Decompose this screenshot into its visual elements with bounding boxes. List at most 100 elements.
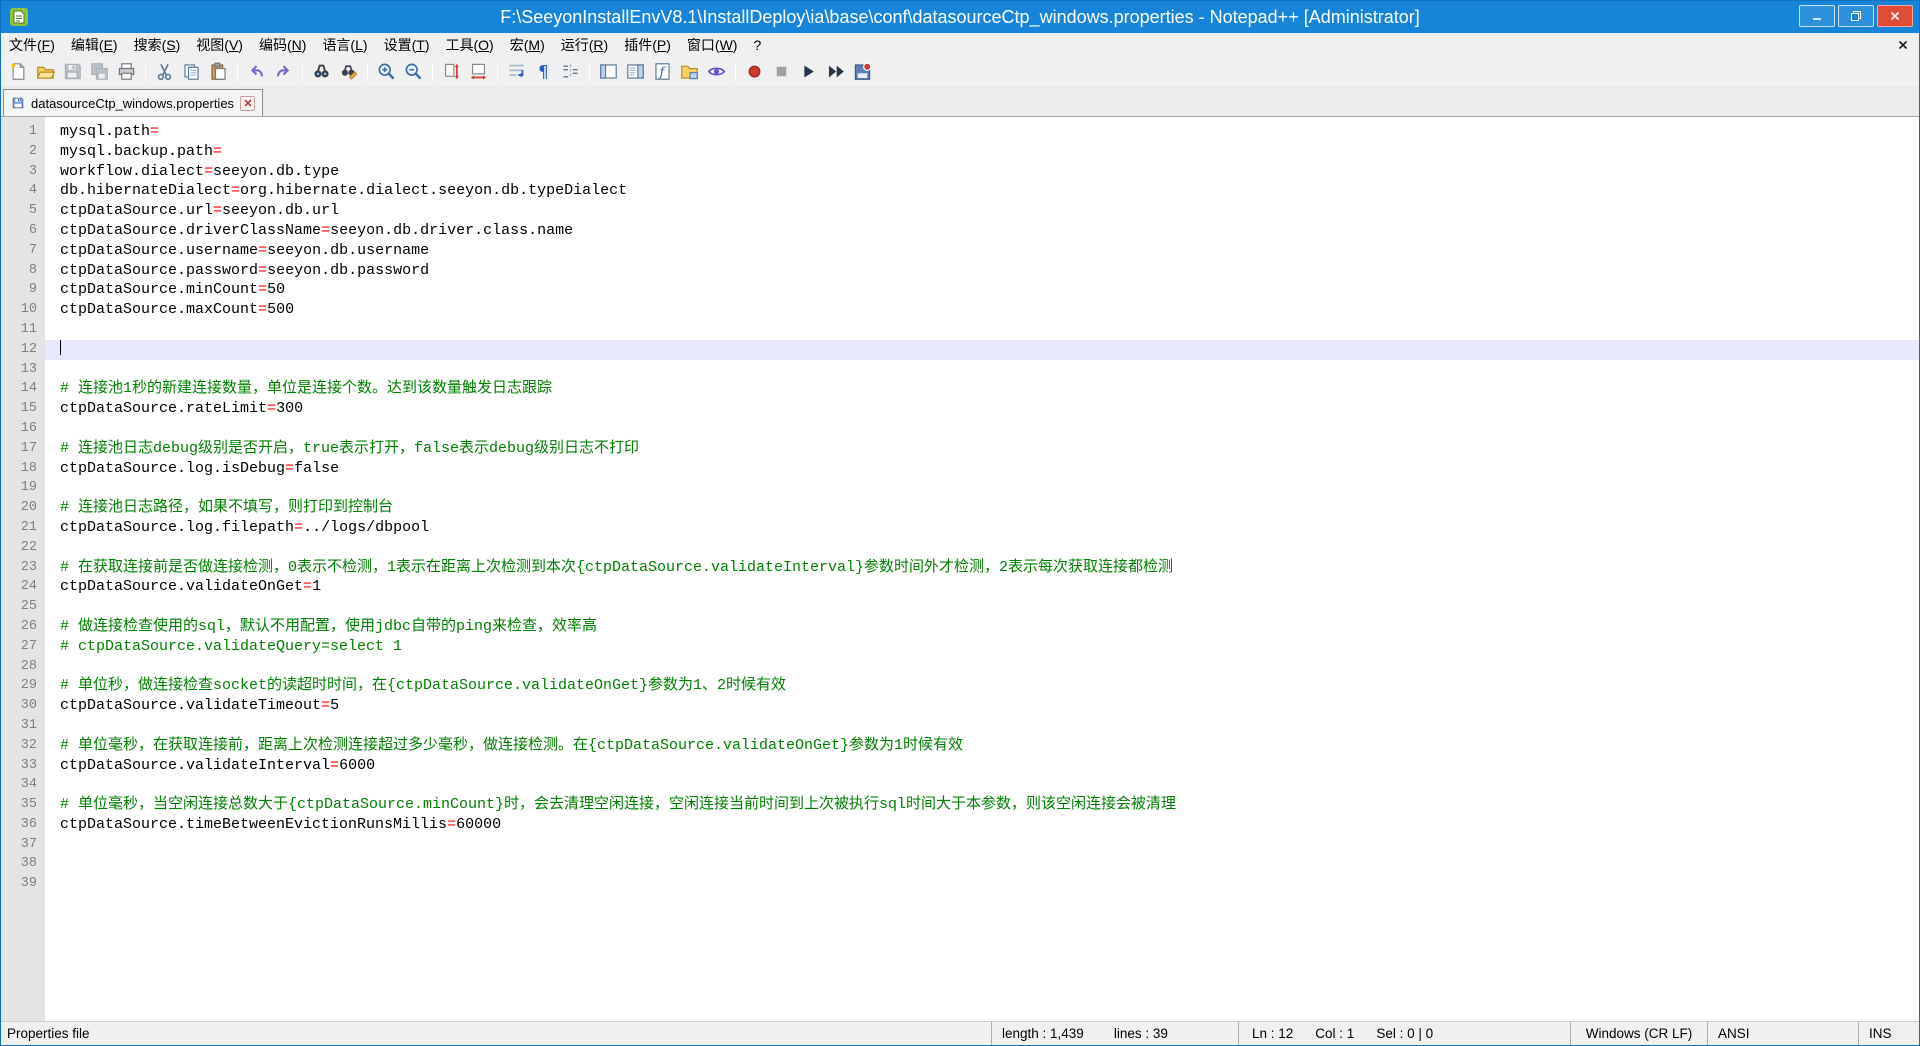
doc-switcher-button[interactable] bbox=[596, 59, 621, 84]
line-content[interactable]: # 连接池日志路径，如果不填写，则打印到控制台 bbox=[45, 498, 1919, 518]
line-content[interactable]: ctpDataSource.username=seeyon.db.usernam… bbox=[45, 241, 1919, 261]
tab-close-button[interactable] bbox=[240, 96, 255, 111]
line-content[interactable] bbox=[45, 597, 1919, 617]
line-number[interactable]: 3 bbox=[1, 162, 45, 182]
menu-item-tools[interactable]: 工具(O) bbox=[437, 33, 501, 57]
close-button[interactable] bbox=[1877, 5, 1913, 27]
word-wrap-button[interactable] bbox=[504, 59, 529, 84]
line-content[interactable] bbox=[45, 835, 1919, 855]
show-indent-guide-button[interactable] bbox=[558, 59, 583, 84]
line-content[interactable]: # 连接池1秒的新建连接数量，单位是连接个数。达到该数量触发日志跟踪 bbox=[45, 379, 1919, 399]
line-content[interactable]: ctpDataSource.maxCount=500 bbox=[45, 300, 1919, 320]
line-content[interactable] bbox=[45, 320, 1919, 340]
menu-item-edit[interactable]: 编辑(E) bbox=[63, 33, 126, 57]
line-content[interactable]: ctpDataSource.validateOnGet=1 bbox=[45, 577, 1919, 597]
line-content[interactable]: ctpDataSource.driverClassName=seeyon.db.… bbox=[45, 221, 1919, 241]
line-number[interactable]: 32 bbox=[1, 736, 45, 756]
line-content[interactable]: workflow.dialect=seeyon.db.type bbox=[45, 162, 1919, 182]
minimize-button[interactable] bbox=[1799, 5, 1835, 27]
line-content[interactable] bbox=[45, 854, 1919, 874]
save-all-button[interactable] bbox=[87, 59, 112, 84]
stop-recording-button[interactable] bbox=[769, 59, 794, 84]
line-number[interactable]: 34 bbox=[1, 775, 45, 795]
line-number[interactable]: 39 bbox=[1, 874, 45, 894]
line-number[interactable]: 1 bbox=[1, 122, 45, 142]
restore-button[interactable] bbox=[1838, 5, 1874, 27]
zoom-in-button[interactable] bbox=[374, 59, 399, 84]
record-macro-button[interactable] bbox=[742, 59, 767, 84]
line-content[interactable] bbox=[45, 360, 1919, 380]
monitoring-button[interactable] bbox=[704, 59, 729, 84]
line-content[interactable] bbox=[45, 538, 1919, 558]
line-content[interactable]: ctpDataSource.log.isDebug=false bbox=[45, 459, 1919, 479]
status-eol-format[interactable]: Windows (CR LF) bbox=[1570, 1022, 1707, 1045]
line-number[interactable]: 21 bbox=[1, 518, 45, 538]
menu-item-window[interactable]: 窗口(W) bbox=[679, 33, 746, 57]
menu-item-plugins[interactable]: 插件(P) bbox=[616, 33, 679, 57]
line-number[interactable]: 15 bbox=[1, 399, 45, 419]
line-number[interactable]: 7 bbox=[1, 241, 45, 261]
line-number[interactable]: 35 bbox=[1, 795, 45, 815]
line-content[interactable]: ctpDataSource.timeBetweenEvictionRunsMil… bbox=[45, 815, 1919, 835]
tab-datasourcectp-windows-properties[interactable]: datasourceCtp_windows.properties bbox=[3, 89, 263, 116]
line-number[interactable]: 33 bbox=[1, 756, 45, 776]
zoom-out-button[interactable] bbox=[401, 59, 426, 84]
line-content[interactable]: # 单位毫秒，在获取连接前，距离上次检测连接超过多少毫秒，做连接检测。在{ctp… bbox=[45, 736, 1919, 756]
menu-item-language[interactable]: 语言(L) bbox=[314, 33, 375, 57]
line-number[interactable]: 19 bbox=[1, 478, 45, 498]
line-number[interactable]: 36 bbox=[1, 815, 45, 835]
status-encoding[interactable]: ANSI bbox=[1707, 1022, 1858, 1045]
line-number[interactable]: 9 bbox=[1, 280, 45, 300]
line-content[interactable]: ctpDataSource.log.filepath=../logs/dbpoo… bbox=[45, 518, 1919, 538]
line-content[interactable]: ctpDataSource.password=seeyon.db.passwor… bbox=[45, 261, 1919, 281]
line-content[interactable]: ctpDataSource.validateInterval=6000 bbox=[45, 756, 1919, 776]
line-content[interactable]: # 单位毫秒，当空闲连接总数大于{ctpDataSource.minCount}… bbox=[45, 795, 1919, 815]
save-file-button[interactable] bbox=[60, 59, 85, 84]
status-insert-mode[interactable]: INS bbox=[1858, 1022, 1919, 1045]
line-number[interactable]: 8 bbox=[1, 261, 45, 281]
line-number[interactable]: 13 bbox=[1, 360, 45, 380]
new-file-button[interactable] bbox=[6, 59, 31, 84]
line-number[interactable]: 30 bbox=[1, 696, 45, 716]
line-content[interactable]: db.hibernateDialect=org.hibernate.dialec… bbox=[45, 181, 1919, 201]
line-content[interactable]: ctpDataSource.rateLimit=300 bbox=[45, 399, 1919, 419]
line-number[interactable]: 11 bbox=[1, 320, 45, 340]
line-number[interactable]: 38 bbox=[1, 854, 45, 874]
line-content[interactable]: ctpDataSource.minCount=50 bbox=[45, 280, 1919, 300]
line-number[interactable]: 17 bbox=[1, 439, 45, 459]
line-number[interactable]: 14 bbox=[1, 379, 45, 399]
folder-as-workspace-button[interactable] bbox=[677, 59, 702, 84]
menu-item-macro[interactable]: 宏(M) bbox=[502, 33, 553, 57]
redo-button[interactable] bbox=[271, 59, 296, 84]
line-number[interactable]: 6 bbox=[1, 221, 45, 241]
line-number[interactable]: 16 bbox=[1, 419, 45, 439]
title-bar[interactable]: F:\SeeyonInstallEnvV8.1\InstallDeploy\ia… bbox=[1, 1, 1919, 33]
menu-item-encoding[interactable]: 编码(N) bbox=[251, 33, 314, 57]
line-number[interactable]: 28 bbox=[1, 657, 45, 677]
line-content[interactable] bbox=[45, 657, 1919, 677]
document-map-button[interactable] bbox=[623, 59, 648, 84]
line-number[interactable]: 29 bbox=[1, 676, 45, 696]
find-button[interactable] bbox=[309, 59, 334, 84]
line-content[interactable] bbox=[45, 874, 1919, 894]
line-number[interactable]: 2 bbox=[1, 142, 45, 162]
function-list-button[interactable]: f bbox=[650, 59, 675, 84]
editor[interactable]: 1mysql.path=2mysql.backup.path=3workflow… bbox=[1, 117, 1919, 1021]
line-number[interactable]: 31 bbox=[1, 716, 45, 736]
menu-item-search[interactable]: 搜索(S) bbox=[126, 33, 189, 57]
menu-item-run[interactable]: 运行(R) bbox=[553, 33, 616, 57]
sync-horizontal-scroll-button[interactable] bbox=[466, 59, 491, 84]
line-number[interactable]: 20 bbox=[1, 498, 45, 518]
open-file-button[interactable] bbox=[33, 59, 58, 84]
menu-item-view[interactable]: 视图(V) bbox=[188, 33, 251, 57]
line-content[interactable] bbox=[45, 775, 1919, 795]
line-number[interactable]: 37 bbox=[1, 835, 45, 855]
line-number[interactable]: 23 bbox=[1, 558, 45, 578]
line-content[interactable] bbox=[45, 340, 1919, 360]
line-content[interactable]: ctpDataSource.url=seeyon.db.url bbox=[45, 201, 1919, 221]
paste-button[interactable] bbox=[206, 59, 231, 84]
line-number[interactable]: 25 bbox=[1, 597, 45, 617]
line-number[interactable]: 5 bbox=[1, 201, 45, 221]
line-content[interactable] bbox=[45, 716, 1919, 736]
menu-item-help[interactable]: ? bbox=[745, 35, 769, 55]
